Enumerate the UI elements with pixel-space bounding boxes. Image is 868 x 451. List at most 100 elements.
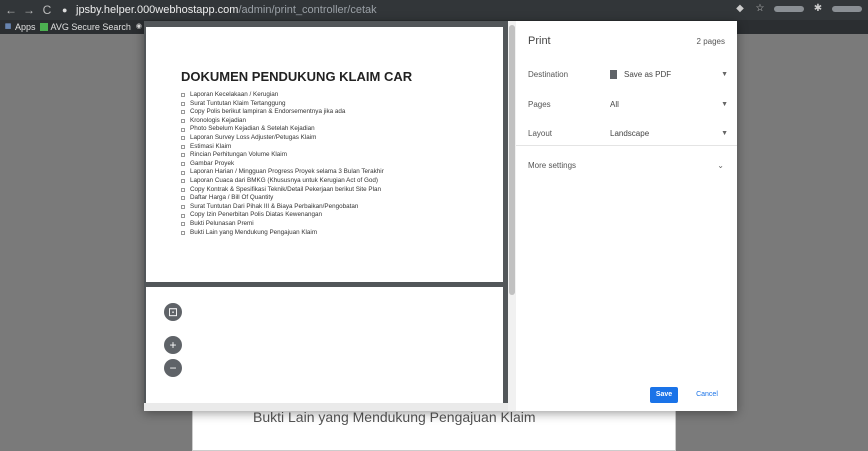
bookmark-globe[interactable]: ◉	[135, 23, 143, 31]
list-item-label: Photo Sebelum Kejadian & Setelah Kejadia…	[190, 125, 315, 133]
browser-toolbar: ← → C ● jpsby.helper.000webhostapp.com/a…	[0, 0, 868, 20]
list-item-label: Surat Tuntutan Dari Pihak III & Biaya Pe…	[190, 202, 359, 210]
profile-bar[interactable]	[832, 6, 862, 12]
star-icon[interactable]: ☆	[754, 3, 766, 15]
list-item: Laporan Harian / Mingguan Progress Proye…	[181, 168, 473, 177]
checkbox-icon	[181, 196, 185, 201]
list-item-label: Bukti Pelunasan Premi	[190, 219, 254, 227]
checkbox-icon	[181, 187, 185, 192]
destination-select[interactable]: Save as PDF ▼	[610, 69, 728, 79]
list-item-label: Laporan Survey Loss Adjuster/Petugas Kla…	[190, 133, 317, 141]
forward-icon[interactable]: →	[22, 3, 36, 17]
document-checklist: Laporan Kecelakaan / Kerugian Surat Tunt…	[181, 91, 473, 237]
pages-value: All	[610, 99, 619, 109]
pages-row: Pages All ▼	[528, 95, 728, 113]
bookmark-apps[interactable]: ▦ Apps	[4, 22, 36, 32]
list-item-label: Copy Polis berikut lampiran & Endorsemen…	[190, 108, 346, 116]
checkbox-icon	[181, 127, 185, 132]
checkbox-icon	[181, 213, 185, 218]
list-item: Laporan Survey Loss Adjuster/Petugas Kla…	[181, 134, 473, 143]
layout-value: Landscape	[610, 128, 650, 138]
print-settings-panel: Print 2 pages Destination Save as PDF ▼ …	[516, 21, 737, 411]
url-path: /admin/print_controller/cetak	[238, 4, 377, 16]
list-item-label: Laporan Kecelakaan / Kerugian	[190, 91, 279, 98]
list-item: Photo Sebelum Kejadian & Setelah Kejadia…	[181, 125, 473, 134]
list-item: Copy Polis berikut lampiran & Endorsemen…	[181, 108, 473, 117]
preview-horizontal-scrollbar[interactable]	[144, 403, 508, 411]
destination-value: Save as PDF	[624, 69, 672, 79]
list-item-label: Daftar Harga / Bill Of Quantity	[190, 194, 274, 202]
extension-icon[interactable]: ◆	[734, 3, 746, 15]
file-icon	[610, 69, 617, 79]
checkbox-icon	[181, 153, 185, 158]
checkbox-icon	[181, 170, 185, 175]
address-bar[interactable]: jpsby.helper.000webhostapp.com/admin/pri…	[76, 4, 377, 16]
dropdown-arrow-icon: ▼	[721, 70, 728, 78]
cancel-button[interactable]: Cancel	[690, 387, 724, 403]
list-item-label: Rincian Perhitungan Volume Klaim	[190, 151, 287, 159]
print-dialog: DOKUMEN PENDUKUNG KLAIM CAR Laporan Kece…	[144, 21, 737, 411]
checkbox-icon	[181, 93, 185, 98]
pages-select[interactable]: All ▼	[610, 100, 728, 109]
url-host: jpsby.helper.000webhostapp.com	[76, 4, 239, 16]
pages-label: Pages	[528, 99, 551, 109]
list-item-label: Kronologis Kejadian	[190, 116, 247, 124]
checkbox-icon	[181, 144, 185, 149]
zoom-in-button[interactable]: +	[164, 336, 182, 354]
lock-icon[interactable]: ●	[62, 5, 72, 15]
background-document-line: Bukti Lain yang Mendukung Pengajuan Klai…	[253, 409, 536, 425]
chevron-down-icon: ⌄	[717, 161, 724, 170]
fit-to-page-button[interactable]: ⊡	[164, 303, 182, 321]
layout-select[interactable]: Landscape ▼	[610, 129, 728, 138]
reload-icon[interactable]: C	[40, 3, 54, 17]
list-item: Laporan Kecelakaan / Kerugian	[181, 91, 473, 100]
list-item: Copy Izin Penerbitan Polis Diatas Kewena…	[181, 211, 473, 220]
zoom-out-button[interactable]: −	[164, 359, 182, 377]
preview-page-1: DOKUMEN PENDUKUNG KLAIM CAR Laporan Kece…	[146, 27, 503, 282]
list-item: Bukti Lain yang Mendukung Pengajuan Klai…	[181, 229, 473, 238]
list-item: Copy Kontrak & Spesifikasi Teknik/Detail…	[181, 186, 473, 195]
bookmark-label: AVG Secure Search	[50, 22, 131, 32]
preview-page-2	[146, 287, 503, 411]
scrollbar-thumb[interactable]	[509, 25, 515, 295]
list-item: Laporan Cuaca dari BMKG (Khususnya untuk…	[181, 177, 473, 186]
list-item-label: Gambar Proyek	[190, 159, 235, 167]
list-item: Kronologis Kejadian	[181, 117, 473, 126]
preview-vertical-scrollbar[interactable]	[508, 21, 516, 411]
checkbox-icon	[181, 110, 185, 115]
list-item-label: Copy Kontrak & Spesifikasi Teknik/Detail…	[190, 185, 381, 193]
list-item-label: Laporan Cuaca dari BMKG (Khususnya untuk…	[190, 176, 378, 184]
extension-bar[interactable]	[774, 6, 804, 12]
settings-divider	[516, 145, 737, 146]
back-icon[interactable]: ←	[4, 3, 18, 17]
bookmark-avg[interactable]: AVG Secure Search	[39, 22, 131, 32]
extension-icon-2[interactable]: ✱	[812, 3, 824, 15]
layout-label: Layout	[528, 128, 553, 138]
checkbox-icon	[181, 230, 185, 235]
layout-row: Layout Landscape ▼	[528, 124, 728, 142]
list-item-label: Estimasi Klaim	[190, 142, 232, 150]
avg-logo-icon	[39, 23, 48, 31]
list-item: Estimasi Klaim	[181, 143, 473, 152]
print-preview[interactable]: DOKUMEN PENDUKUNG KLAIM CAR Laporan Kece…	[144, 21, 508, 411]
destination-row: Destination Save as PDF ▼	[528, 65, 728, 83]
list-item: Surat Tuntutan Klaim Tertanggung	[181, 100, 473, 109]
list-item-label: Bukti Lain yang Mendukung Pengajuan Klai…	[190, 228, 318, 236]
checkbox-icon	[181, 222, 185, 227]
list-item-label: Copy Izin Penerbitan Polis Diatas Kewena…	[190, 211, 322, 219]
list-item: Rincian Perhitungan Volume Klaim	[181, 151, 473, 160]
toolbar-actions: ◆ ☆ ✱	[734, 3, 862, 15]
checkbox-icon	[181, 119, 185, 124]
list-item-label: Surat Tuntutan Klaim Tertanggung	[190, 99, 286, 107]
more-settings-toggle[interactable]: More settings ⌄	[528, 161, 724, 170]
globe-icon: ◉	[135, 23, 142, 30]
page-count: 2 pages	[696, 37, 725, 46]
save-button[interactable]: Save	[650, 387, 678, 403]
dropdown-arrow-icon: ▼	[721, 129, 728, 137]
list-item: Surat Tuntutan Dari Pihak III & Biaya Pe…	[181, 203, 473, 212]
print-title: Print	[528, 35, 551, 47]
destination-label: Destination	[528, 69, 569, 79]
more-settings-label: More settings	[528, 161, 577, 170]
apps-grid-icon: ▦	[4, 23, 12, 30]
checkbox-icon	[181, 162, 185, 167]
